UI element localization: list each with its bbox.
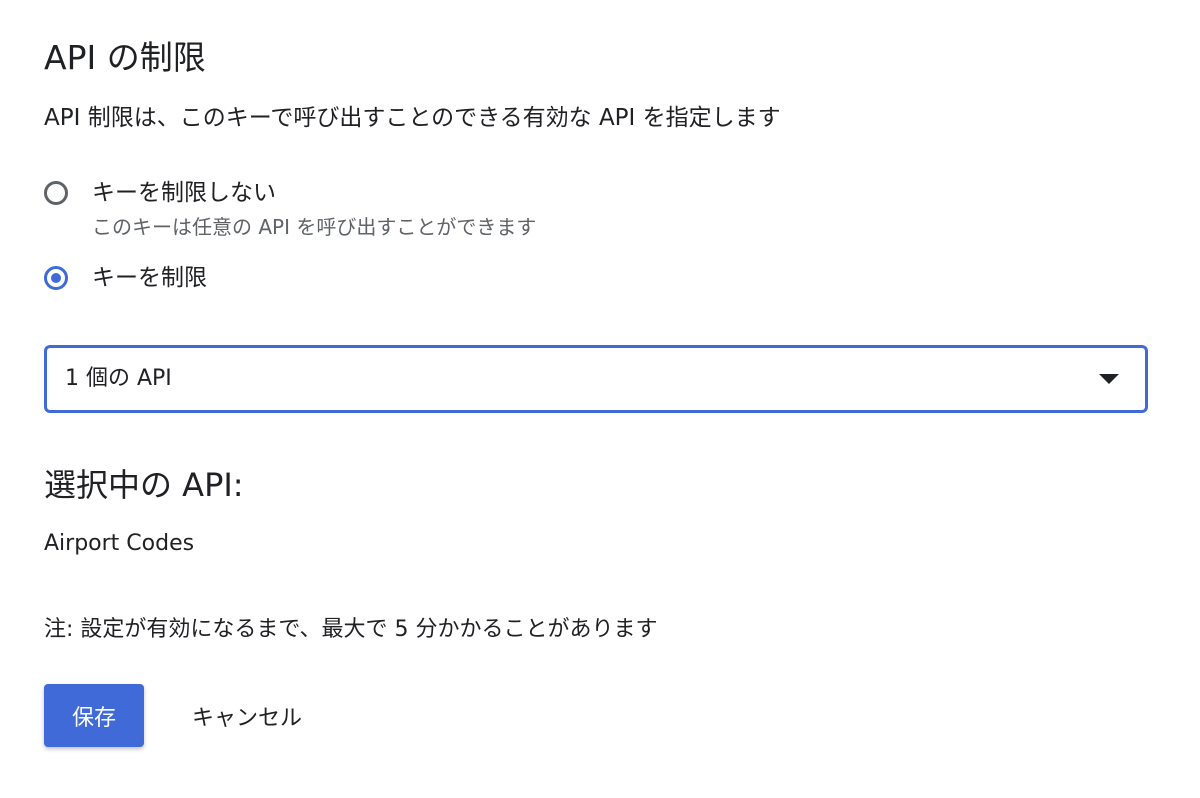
radio-option-restrict-key[interactable]: キーを制限: [44, 261, 207, 295]
selected-apis-heading: 選択中の API:: [44, 466, 244, 504]
cancel-button[interactable]: キャンセル: [170, 684, 324, 747]
api-select-dropdown[interactable]: 1 個の API: [44, 345, 1148, 413]
radio-label-restrict-key: キーを制限: [92, 265, 207, 291]
selected-api-item: Airport Codes: [44, 531, 195, 556]
section-title: API の制限: [44, 38, 206, 77]
radio-checked-icon[interactable]: [44, 266, 68, 290]
radio-unchecked-icon[interactable]: [44, 181, 68, 205]
radio-sublabel-no-restriction: このキーは任意の API を呼び出すことができます: [92, 215, 537, 239]
propagation-note: 注: 設定が有効になるまで、最大で 5 分かかることがあります: [44, 617, 658, 642]
api-select-value: 1 個の API: [65, 366, 172, 391]
radio-text: キーを制限: [92, 261, 207, 295]
radio-label-no-restriction: キーを制限しない: [92, 180, 276, 206]
section-description: API 制限は、このキーで呼び出すことのできる有効な API を指定します: [44, 105, 781, 131]
api-restrictions-page: API の制限 API 制限は、このキーで呼び出すことのできる有効な API を…: [0, 0, 1200, 798]
arrow-drop-down-icon[interactable]: [1099, 374, 1119, 384]
radio-text: キーを制限しない このキーは任意の API を呼び出すことができます: [92, 176, 536, 242]
radio-option-no-restriction[interactable]: キーを制限しない このキーは任意の API を呼び出すことができます: [44, 176, 536, 242]
save-button[interactable]: 保存: [44, 684, 144, 747]
